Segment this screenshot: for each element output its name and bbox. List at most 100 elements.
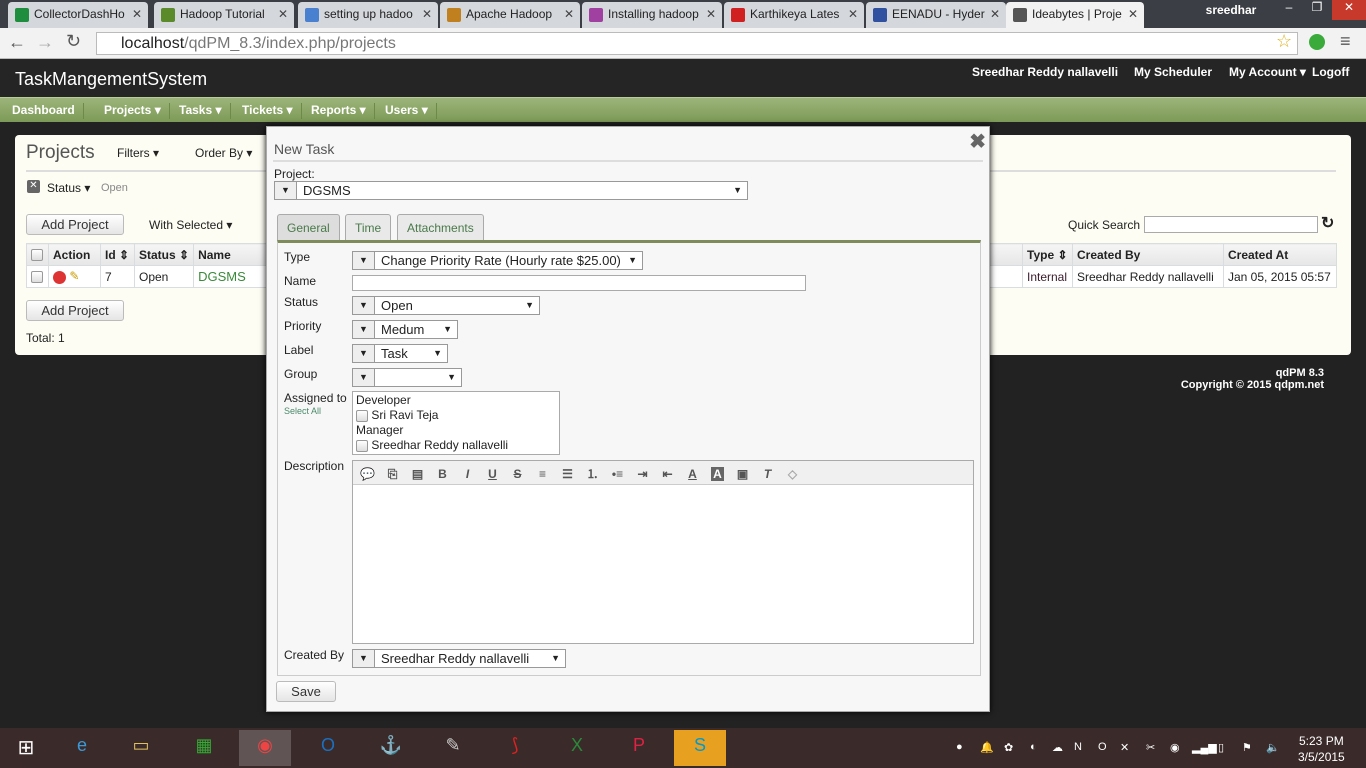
close-tab-icon[interactable]: ✕ [1128, 7, 1138, 21]
source-icon[interactable]: ⎘ [380, 467, 405, 482]
browser-tab[interactable]: Karthikeya Lates ✕ [724, 2, 864, 28]
nav-tasks[interactable]: Tasks ▾ [171, 103, 231, 119]
select-all-checkbox[interactable] [26, 243, 49, 266]
remove-filter-icon[interactable]: ✕ [27, 180, 40, 193]
nav-projects[interactable]: Projects ▾ [96, 103, 170, 119]
browser-tab[interactable]: Hadoop Tutorial ✕ [154, 2, 294, 28]
unordered-list-icon[interactable]: •≡ [605, 467, 630, 481]
browser-tab[interactable]: CollectorDashHo ✕ [8, 2, 148, 28]
tab-time[interactable]: Time [345, 214, 392, 240]
close-tab-icon[interactable]: ✕ [990, 7, 1000, 21]
my-scheduler-link[interactable]: My Scheduler [1134, 65, 1212, 79]
type-select[interactable]: ▼ Change Priority Rate (Hourly rate $25.0… [352, 251, 643, 270]
delete-icon[interactable] [53, 270, 66, 284]
reload-icon[interactable]: ↻ [66, 31, 81, 52]
outlook-tray-icon[interactable]: O [1098, 741, 1107, 753]
align-left-icon[interactable]: ≡ [530, 467, 555, 481]
file-explorer-icon[interactable]: ▭ [115, 730, 167, 766]
sync-icon[interactable]: ✿ [1004, 741, 1013, 754]
onedrive-icon[interactable]: ☁ [1052, 741, 1063, 754]
bg-color-icon[interactable]: A [705, 467, 730, 481]
tab-general[interactable]: General [277, 214, 340, 240]
browser-tab[interactable]: setting up hadoo ✕ [298, 2, 438, 28]
hangouts-tray-icon[interactable]: ● [956, 741, 963, 753]
minimize-button[interactable]: – [1274, 0, 1304, 20]
description-textarea[interactable] [353, 485, 973, 643]
close-tab-icon[interactable]: ✕ [422, 7, 432, 21]
status-filter-menu[interactable]: Status ▾ [47, 181, 90, 195]
strikethrough-icon[interactable]: S [505, 467, 530, 481]
chrome-icon[interactable]: ◉ [239, 730, 291, 766]
filters-menu[interactable]: Filters ▾ [117, 146, 159, 160]
label-select[interactable]: ▼ Task ▼ [352, 344, 448, 363]
app-title[interactable]: TaskMangementSystem [15, 69, 207, 90]
powerpoint-icon[interactable]: P [613, 730, 665, 766]
order-by-menu[interactable]: Order By ▾ [195, 146, 252, 160]
col-created-by[interactable]: Created By [1072, 243, 1224, 266]
outlook-icon[interactable]: O [302, 730, 354, 766]
image-icon[interactable]: ▣ [730, 467, 755, 481]
refresh-icon[interactable]: ↻ [1321, 213, 1334, 233]
browser-tab[interactable]: EENADU - Hyder ✕ [866, 2, 1006, 28]
group-select[interactable]: ▼ ▼ [352, 368, 462, 387]
status-select[interactable]: ▼ Open ▼ [352, 296, 540, 315]
template-icon[interactable]: ▤ [405, 467, 430, 481]
italic-icon[interactable]: I [455, 467, 480, 481]
signal-icon[interactable]: ▂▄▆ [1192, 741, 1217, 754]
hangouts-icon[interactable] [1309, 34, 1325, 50]
row-checkbox[interactable] [26, 265, 49, 288]
tab-attachments[interactable]: Attachments [397, 214, 484, 240]
ie-icon[interactable]: e [56, 730, 108, 766]
action-center-flag-icon[interactable]: ⚑ [1242, 741, 1252, 754]
created-by-select[interactable]: ▼ Sreedhar Reddy nallavelli ▼ [352, 649, 566, 668]
close-window-button[interactable]: ✕ [1332, 0, 1366, 20]
ordered-list-icon[interactable]: ⒈ [580, 465, 605, 482]
clock[interactable]: 5:23 PM 3/5/2015 [1298, 733, 1345, 765]
browser-user[interactable]: sreedhar [1196, 0, 1266, 20]
with-selected-menu[interactable]: With Selected ▾ [149, 218, 232, 232]
indent-icon[interactable]: ⇥ [630, 467, 655, 481]
name-input[interactable] [352, 275, 806, 291]
close-tab-icon[interactable]: ✕ [278, 7, 288, 21]
back-icon[interactable]: ← [8, 32, 26, 53]
nav-tickets[interactable]: Tickets ▾ [234, 103, 302, 119]
my-account-link[interactable]: My Account ▾ [1229, 65, 1306, 79]
acrobat-icon[interactable]: ⟆ [489, 730, 541, 766]
assignee-item[interactable]: Sri Ravi Teja [356, 408, 556, 423]
start-button[interactable]: ⊞ [0, 730, 52, 766]
excel-icon[interactable]: X [551, 730, 603, 766]
underline-icon[interactable]: U [480, 467, 505, 481]
url-input[interactable]: localhost/qdPM_8.3/index.php/projects [96, 32, 1298, 55]
close-icon[interactable]: ✖ [969, 129, 986, 154]
horizontal-rule-icon[interactable]: ☰ [555, 467, 580, 481]
mysql-workbench-icon[interactable]: ⚓ [365, 730, 417, 766]
quick-search-input[interactable] [1144, 216, 1318, 233]
col-type[interactable]: Type ⇕ [1022, 243, 1073, 266]
project-select[interactable]: ▼ DGSMS ▼ [274, 181, 748, 200]
notification-icon[interactable]: 🔔 [980, 741, 994, 754]
maximize-button[interactable]: ❐ [1302, 0, 1332, 20]
snipping-icon[interactable]: ✂ [1146, 741, 1155, 754]
skype-icon[interactable]: S [674, 730, 726, 766]
code-icon[interactable]: ◇ [780, 467, 805, 481]
select-all-link[interactable]: Select All [284, 406, 321, 416]
comment-icon[interactable]: 💬 [355, 467, 380, 481]
evernote-icon[interactable]: ◐ [1030, 741, 1037, 753]
xampp-icon[interactable]: ✕ [1120, 741, 1129, 754]
add-project-button-bottom[interactable]: Add Project [26, 300, 124, 321]
nav-dashboard[interactable]: Dashboard [4, 103, 84, 119]
browser-tab[interactable]: Ideabytes | Proje ✕ [1006, 2, 1144, 28]
outdent-icon[interactable]: ⇤ [655, 467, 680, 481]
browser-tab[interactable]: Apache Hadoop ✕ [440, 2, 580, 28]
chrome-tray-icon[interactable]: ◉ [1170, 741, 1180, 754]
volume-icon[interactable]: 🔈 [1266, 741, 1280, 754]
notepad-icon[interactable]: ✎ [427, 730, 479, 766]
bold-icon[interactable]: B [430, 467, 455, 481]
user-name-link[interactable]: Sreedhar Reddy nallavelli [972, 65, 1118, 79]
bookmark-star-icon[interactable]: ☆ [1276, 31, 1292, 52]
col-created-at[interactable]: Created At [1223, 243, 1337, 266]
text-color-icon[interactable]: A [680, 467, 705, 481]
forward-icon[interactable]: → [36, 32, 54, 53]
nav-users[interactable]: Users ▾ [377, 103, 437, 119]
edit-icon[interactable]: ✎ [69, 269, 79, 283]
